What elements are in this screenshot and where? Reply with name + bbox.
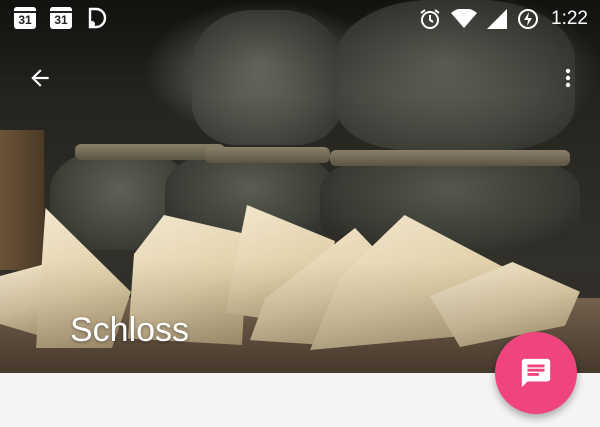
back-button[interactable] [18,56,62,100]
alarm-icon [420,9,440,29]
d-app-icon [88,7,107,29]
message-fab-button[interactable] [495,332,577,414]
calendar-date: 31 [54,13,68,27]
calendar-icon: 31 [14,7,36,29]
status-time: 1:22 [551,8,588,29]
more-vert-icon [565,68,571,88]
calendar-date: 31 [18,13,32,27]
wifi-icon [451,9,478,28]
page-title: Schloss [70,311,190,349]
calendar-icon: 31 [50,7,72,29]
status-bar: 31 31 1:22 [0,0,600,38]
overflow-menu-button[interactable] [546,56,590,100]
data-saver-icon [518,9,539,29]
message-icon [521,358,551,388]
signal-icon [487,9,508,29]
arrow-back-icon [31,69,49,87]
